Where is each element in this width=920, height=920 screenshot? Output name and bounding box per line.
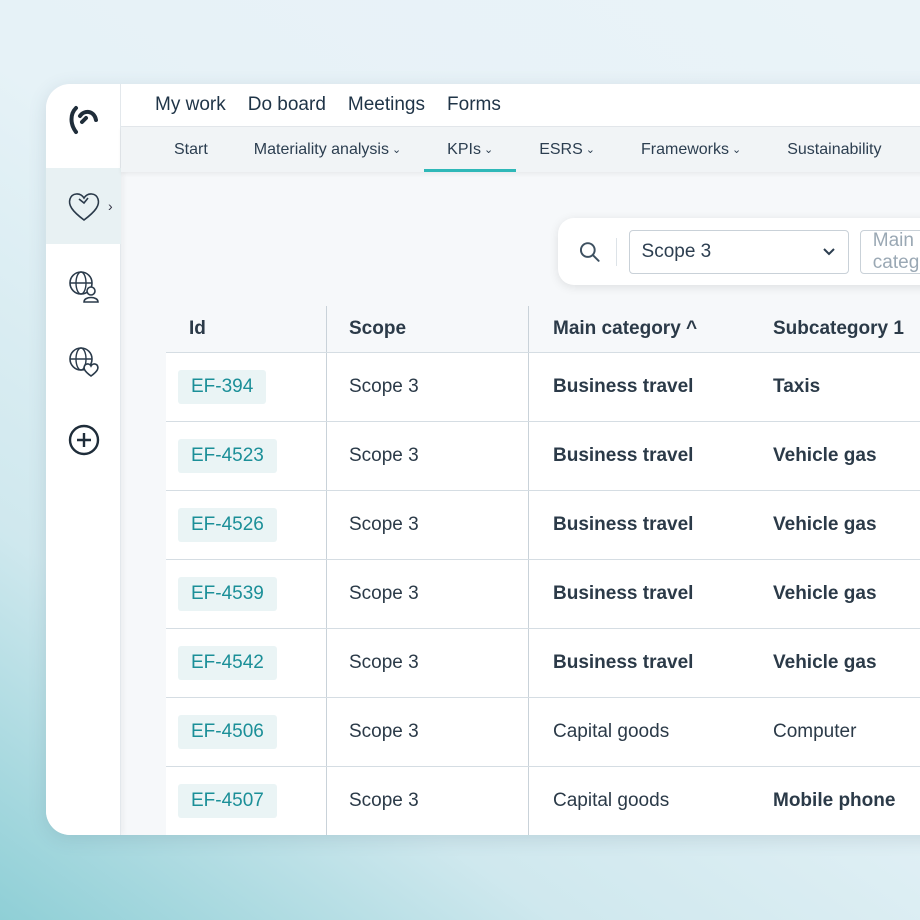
chevron-down-icon: [823, 247, 835, 255]
chevron-down-icon: ⌄: [483, 144, 494, 156]
nav-meetings[interactable]: Meetings: [348, 94, 425, 116]
main-category-cell: Capital goods: [528, 767, 760, 835]
id-link[interactable]: EF-4523: [178, 439, 277, 473]
tab-label: KPIs: [447, 140, 481, 158]
tab-frameworks[interactable]: Frameworks ⌄: [618, 127, 764, 172]
id-link[interactable]: EF-4542: [178, 646, 277, 680]
id-cell: EF-4507: [166, 767, 326, 835]
main-category-cell: Business travel: [528, 491, 760, 559]
subcategory-cell: Vehicle gas: [773, 445, 877, 466]
subcategory-cell: Vehicle gas: [773, 583, 877, 604]
column-header-subcategory-1[interactable]: Subcategory 1: [760, 306, 920, 352]
id-cell: EF-4542: [166, 629, 326, 697]
main-category-select[interactable]: Main category: [859, 229, 920, 274]
tab-materiality-analysis[interactable]: Materiality analysis ⌄: [231, 127, 424, 172]
main-category-cell: Business travel: [528, 629, 760, 697]
main-category-cell: Capital goods: [528, 698, 760, 766]
tab-sustainability[interactable]: Sustainability: [764, 127, 904, 172]
tab-label: Start: [174, 140, 208, 158]
tab-esrs[interactable]: ESRS ⌄: [516, 127, 618, 172]
table-row[interactable]: EF-4542 Scope 3 Business travel Vehicle …: [166, 628, 920, 697]
filter-bar: Scope 3 Main category: [558, 218, 920, 285]
app-window: › My work Do board Meetings Forms Start …: [46, 84, 920, 835]
scope-cell: Scope 3: [326, 491, 528, 559]
globe-user-icon: [68, 271, 99, 303]
table-row[interactable]: EF-4539 Scope 3 Business travel Vehicle …: [166, 559, 920, 628]
main-category-placeholder: Main category: [872, 229, 920, 273]
tab-kpis[interactable]: KPIs ⌄: [424, 127, 517, 172]
id-link[interactable]: EF-4507: [178, 784, 277, 818]
scope-cell: Scope 3: [326, 629, 528, 697]
chevron-down-icon: ⌄: [732, 144, 742, 156]
scope-cell: Scope 3: [326, 560, 528, 628]
id-cell: EF-4526: [166, 491, 326, 559]
main-category-cell: Business travel: [528, 353, 760, 421]
search-icon[interactable]: [578, 240, 602, 264]
nav-my-work[interactable]: My work: [155, 94, 226, 116]
top-nav: My work Do board Meetings Forms: [121, 84, 920, 127]
sidebar: ›: [46, 84, 121, 835]
kpi-table: Id Scope Main category ^ Subcategory 1 E…: [166, 306, 920, 835]
id-cell: EF-4539: [166, 560, 326, 628]
id-link[interactable]: EF-4506: [178, 715, 277, 749]
id-cell: EF-4506: [166, 698, 326, 766]
tab-label: ESRS: [539, 140, 583, 158]
subcategory-cell: Taxis: [773, 376, 821, 397]
nav-forms[interactable]: Forms: [447, 94, 501, 116]
column-header-main-category[interactable]: Main category ^: [528, 306, 760, 352]
globe-heart-icon: [68, 347, 99, 377]
subcategory-cell: Mobile phone: [773, 790, 896, 811]
id-cell: EF-394: [166, 353, 326, 421]
id-link[interactable]: EF-4539: [178, 577, 277, 611]
id-link[interactable]: EF-4526: [178, 508, 277, 542]
logo-icon: [69, 106, 98, 134]
column-header-id[interactable]: Id: [166, 306, 326, 352]
table-row[interactable]: EF-4507 Scope 3 Capital goods Mobile pho…: [166, 766, 920, 835]
table-row[interactable]: EF-4526 Scope 3 Business travel Vehicle …: [166, 490, 920, 559]
scope-cell: Scope 3: [326, 698, 528, 766]
table-row[interactable]: EF-4523 Scope 3 Business travel Vehicle …: [166, 421, 920, 490]
sub-nav: Start Materiality analysis ⌄ KPIs ⌄ ESRS ⌄ …: [121, 127, 920, 172]
divider: [615, 237, 617, 266]
heart-cycle-icon: [68, 193, 99, 222]
plus-circle-icon: [68, 424, 99, 456]
id-cell: EF-4523: [166, 422, 326, 490]
tab-start[interactable]: Start: [151, 127, 231, 172]
table-row[interactable]: EF-4506 Scope 3 Capital goods Computer: [166, 697, 920, 766]
chevron-down-icon: ⌄: [585, 144, 595, 156]
scope-select-value: Scope 3: [641, 240, 712, 262]
sidebar-item-globe-heart[interactable]: [46, 324, 121, 400]
id-link[interactable]: EF-394: [178, 370, 267, 404]
sidebar-item-globe-user[interactable]: [46, 248, 121, 324]
subcategory-cell: Vehicle gas: [773, 514, 877, 535]
main-category-cell: Business travel: [528, 422, 760, 490]
scope-select[interactable]: Scope 3: [628, 229, 849, 274]
table-body: EF-394 Scope 3 Business travel Taxis EF-4…: [166, 352, 920, 835]
scope-cell: Scope 3: [326, 767, 528, 835]
table-header: Id Scope Main category ^ Subcategory 1: [166, 306, 920, 352]
tab-label: Sustainability: [787, 140, 882, 158]
scope-cell: Scope 3: [326, 422, 528, 490]
sidebar-item-add[interactable]: [46, 402, 121, 478]
sidebar-item-sustainability[interactable]: ›: [46, 168, 121, 244]
chevron-down-icon: ⌄: [391, 144, 402, 156]
scope-cell: Scope 3: [326, 353, 528, 421]
subcategory-cell: Vehicle gas: [773, 652, 877, 673]
nav-do-board[interactable]: Do board: [248, 94, 326, 116]
subcategory-cell: Computer: [773, 721, 857, 742]
table-row[interactable]: EF-394 Scope 3 Business travel Taxis: [166, 352, 920, 421]
chevron-right-icon: ›: [108, 198, 113, 214]
tab-label: Frameworks: [640, 140, 729, 158]
main-category-cell: Business travel: [528, 560, 760, 628]
tab-label: Materiality analysis: [253, 140, 389, 158]
column-header-scope[interactable]: Scope: [326, 306, 528, 352]
